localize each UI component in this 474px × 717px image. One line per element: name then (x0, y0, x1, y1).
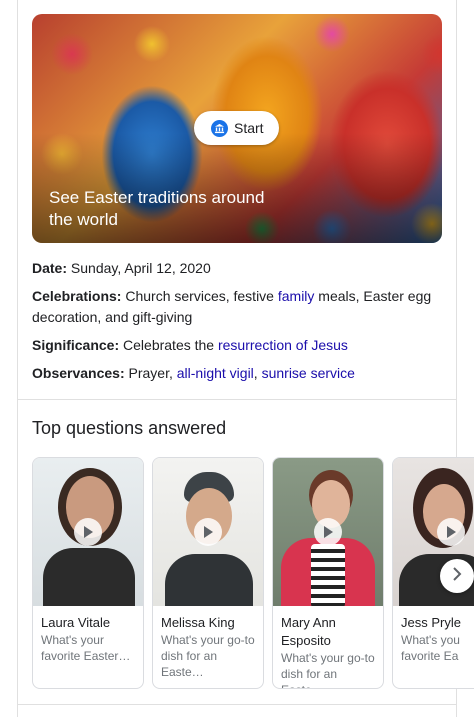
facts-list: Date: Sunday, April 12, 2020 Celebration… (32, 258, 452, 391)
fact-text: Sunday, April 12, 2020 (67, 260, 211, 276)
fact-celebrations: Celebrations: Church services, festive f… (32, 286, 452, 328)
divider (17, 704, 457, 705)
play-icon[interactable] (194, 518, 222, 546)
family-link[interactable]: family (278, 288, 315, 304)
fact-text: Celebrates the (119, 337, 218, 353)
start-button[interactable]: Start (194, 111, 279, 145)
fact-label: Date: (32, 260, 68, 276)
fact-label: Celebrations: (32, 288, 122, 304)
tile-question: What's your favorite Easter… (41, 633, 131, 663)
fact-significance: Significance: Celebrates the resurrectio… (32, 335, 452, 356)
vigil-link[interactable]: all-night vigil (177, 365, 254, 381)
fact-label: Observances: (32, 365, 125, 381)
play-icon[interactable] (74, 518, 102, 546)
tile-question: What's your go-to dish for an Easte… (281, 651, 375, 688)
play-icon[interactable] (437, 518, 465, 546)
start-label: Start (234, 120, 264, 136)
fact-observances: Observances: Prayer, all-night vigil, su… (32, 363, 452, 384)
video-tile[interactable]: Mary Ann Esposito What's your go-to dish… (272, 457, 384, 689)
tile-name: Jess Pryle (401, 615, 461, 630)
easter-traditions-hero[interactable]: Start See Easter traditions around the w… (32, 14, 442, 243)
fact-text: , (253, 365, 262, 381)
resurrection-link[interactable]: resurrection of Jesus (218, 337, 348, 353)
fact-label: Significance: (32, 337, 120, 353)
chevron-right-icon (452, 566, 462, 586)
video-tile[interactable]: Laura Vitale What's your favorite Easter… (32, 457, 144, 689)
video-thumbnail (273, 458, 383, 606)
video-tile[interactable]: Melissa King What's your go-to dish for … (152, 457, 264, 689)
video-thumbnail (33, 458, 143, 606)
person-figure (311, 544, 345, 606)
fact-text: Prayer, (124, 365, 177, 381)
fact-text: Church services, festive (121, 288, 278, 304)
tile-question: What's your go-to dish for an Easte… (161, 633, 255, 679)
next-button[interactable] (440, 559, 474, 593)
video-thumbnail (153, 458, 263, 606)
museum-icon (211, 119, 228, 137)
tile-question: What's you favorite Ea (401, 633, 460, 663)
fact-date: Date: Sunday, April 12, 2020 (32, 258, 452, 279)
sunrise-service-link[interactable]: sunrise service (262, 365, 355, 381)
person-figure (165, 554, 253, 606)
tile-name: Mary Ann Esposito (281, 615, 336, 648)
tile-name: Laura Vitale (41, 615, 111, 630)
play-icon[interactable] (314, 518, 342, 546)
hero-caption: See Easter traditions around the world (49, 188, 265, 229)
tile-name: Melissa King (161, 615, 235, 630)
section-title: Top questions answered (32, 418, 227, 438)
person-figure (43, 548, 135, 606)
